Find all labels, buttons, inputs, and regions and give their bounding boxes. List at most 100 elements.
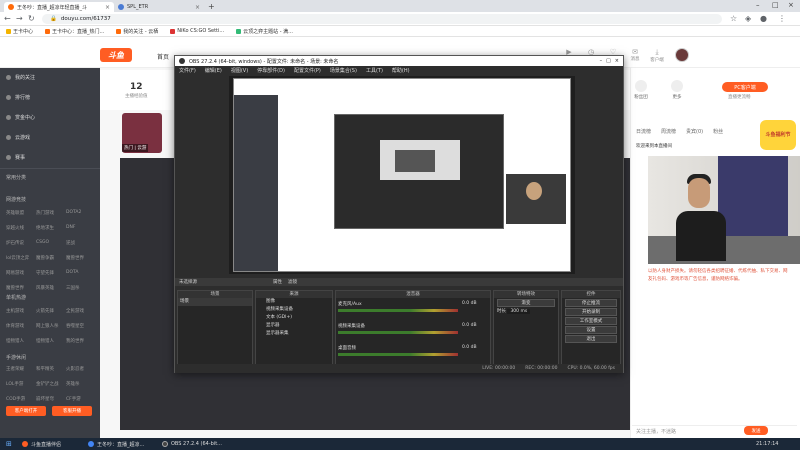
douyu-logo[interactable]: 斗鱼 <box>100 48 132 62</box>
obs-preview[interactable] <box>229 76 575 274</box>
source-item[interactable]: 显示器 <box>256 322 332 330</box>
category-item[interactable]: 怪物猎人 <box>6 338 36 344</box>
volume-meter[interactable] <box>338 331 458 334</box>
transition-select[interactable]: 渐变 <box>497 299 555 307</box>
menu-icon[interactable]: ⋮ <box>778 14 786 23</box>
menu-file[interactable]: 文件(F) <box>179 67 196 74</box>
category-item[interactable]: DOTA2 <box>66 210 96 216</box>
tab-weekly[interactable]: 周流榜 <box>661 128 676 135</box>
properties-button[interactable]: 属性 <box>273 279 282 285</box>
category-item[interactable]: 主机游戏 <box>6 308 36 314</box>
category-item[interactable]: 英雄联盟 <box>6 210 36 216</box>
close-icon[interactable]: × <box>195 4 200 11</box>
category-item[interactable]: CF手游 <box>66 396 96 402</box>
bookmark-item[interactable]: 云顶之弈主题站 - 满... <box>236 28 293 35</box>
category-item[interactable]: lol云顶之弈 <box>6 255 36 261</box>
category-item[interactable]: 火箭先锋 <box>36 308 66 314</box>
avatar[interactable] <box>675 48 689 62</box>
category-item[interactable]: 王者荣耀 <box>6 366 36 372</box>
menu-edit[interactable]: 编辑(E) <box>205 67 222 74</box>
close-window-icon[interactable]: × <box>788 1 794 9</box>
download-button[interactable]: ⤓ 客户端 <box>646 48 668 63</box>
client-open-button[interactable]: 客户端打开 <box>6 406 46 416</box>
pc-client-button[interactable]: PC客户端 <box>722 82 768 92</box>
minimize-icon[interactable]: – <box>756 1 760 9</box>
studio-mode-button[interactable]: 工作室模式 <box>565 317 617 325</box>
category-item[interactable]: DOTA <box>66 270 96 276</box>
filters-button[interactable]: 滤镜 <box>288 279 297 285</box>
volume-meter[interactable] <box>338 353 458 356</box>
source-item[interactable]: 视频采集设备 <box>256 306 332 314</box>
scene-item[interactable]: 场景 <box>178 298 252 306</box>
bookmark-item[interactable]: 王卡中心 <box>6 28 33 35</box>
start-button[interactable]: ⊞ <box>2 438 16 450</box>
category-item[interactable]: 魔兽世界 <box>6 285 36 291</box>
bookmark-item[interactable]: 我的关注 - 云栖 <box>116 28 158 35</box>
category-item[interactable]: 金铲铲之战 <box>36 381 66 387</box>
url-bar[interactable]: 🔒 douyu.com/61737 <box>42 14 722 24</box>
maximize-icon[interactable]: □ <box>772 1 779 9</box>
extension-icon[interactable]: ◈ <box>745 14 751 23</box>
category-item[interactable]: 英雄杀 <box>66 381 96 387</box>
sidebar-item-esports[interactable]: 赛事 <box>6 154 25 161</box>
category-item[interactable]: 魔兽争霸 <box>36 255 66 261</box>
category-item[interactable]: 热门游戏 <box>36 210 66 216</box>
menu-tools[interactable]: 工具(T) <box>366 67 383 74</box>
duration-input[interactable]: 300 ms <box>507 309 531 314</box>
sidebar-item-follow[interactable]: 我的关注 <box>6 74 35 81</box>
category-item[interactable]: COD手游 <box>6 396 36 402</box>
menu-help[interactable]: 帮助(H) <box>392 67 410 74</box>
sidebar-item-reward[interactable]: 赏金中心 <box>6 114 35 121</box>
obs-window[interactable]: OBS 27.2.4 (64-bit, windows) - 配置文件: 未命名… <box>174 55 624 373</box>
stop-streaming-button[interactable]: 停止推流 <box>565 299 617 307</box>
more-button[interactable]: 更多 <box>667 80 687 100</box>
category-item[interactable]: LOL手游 <box>6 381 36 387</box>
clock[interactable]: 21:17:14 <box>752 438 782 450</box>
profile-icon[interactable]: ● <box>760 14 767 23</box>
sidebar-item-rank[interactable]: 排行榜 <box>6 94 30 101</box>
category-item[interactable]: 网上狼人杀 <box>36 323 66 329</box>
tab-spl[interactable]: SPL_ETR × <box>114 2 204 12</box>
send-button[interactable]: 发送 <box>744 426 768 435</box>
exit-button[interactable]: 退出 <box>565 335 617 343</box>
minimize-icon[interactable]: – <box>600 58 603 64</box>
taskbar-item[interactable]: 王冬吵：直播_超凉... <box>84 438 148 450</box>
nav-home[interactable]: 首页 <box>157 52 169 61</box>
category-item[interactable]: 穿越火线 <box>6 225 36 231</box>
star-icon[interactable]: ☆ <box>730 14 737 23</box>
source-item[interactable]: 显示器采集 <box>256 330 332 338</box>
category-item[interactable]: 绝地求生 <box>36 225 66 231</box>
category-item[interactable]: 守望先锋 <box>36 270 66 276</box>
close-icon[interactable]: × <box>105 4 110 11</box>
category-item[interactable]: DNF <box>66 225 96 231</box>
category-item[interactable]: 怪物猎人 <box>36 338 66 344</box>
category-item[interactable]: 吞噬星空 <box>66 323 96 329</box>
new-tab-icon[interactable]: + <box>208 2 215 11</box>
tab-daily[interactable]: 日流榜 <box>636 128 651 135</box>
menu-view[interactable]: 视图(V) <box>231 67 248 74</box>
menu-scene-collection[interactable]: 场景集合(S) <box>330 67 357 74</box>
category-item[interactable]: 三国杀 <box>66 285 96 291</box>
category-item[interactable]: 和平精英 <box>36 366 66 372</box>
category-item[interactable]: 风暴英雄 <box>36 285 66 291</box>
settings-button[interactable]: 设置 <box>565 326 617 334</box>
tab-fans[interactable]: 粉丝 <box>713 128 723 135</box>
category-item[interactable]: 网易游戏 <box>6 270 36 276</box>
bookmark-item[interactable]: NiKo CS:GO Setti... <box>170 28 224 34</box>
category-item[interactable]: 体育游戏 <box>6 323 36 329</box>
chat-input[interactable]: 关注主播，不迷路 <box>632 425 797 437</box>
category-item[interactable]: 逆战 <box>66 240 96 246</box>
message-button[interactable]: ✉ 消息 <box>624 48 646 62</box>
forward-icon[interactable]: → <box>16 14 23 23</box>
maximize-icon[interactable]: □ <box>606 58 611 64</box>
volume-meter[interactable] <box>338 309 458 312</box>
category-item[interactable]: CSGO <box>36 240 66 246</box>
category-item[interactable]: 魔兽世界 <box>66 255 96 261</box>
start-recording-button[interactable]: 开始录制 <box>565 308 617 316</box>
category-item[interactable]: 火影忍者 <box>66 366 96 372</box>
reload-icon[interactable]: ↻ <box>28 14 35 23</box>
source-item[interactable]: 文本 (GDI+) <box>256 314 332 322</box>
back-icon[interactable]: ← <box>4 14 11 23</box>
sidebar-item-cloudgame[interactable]: 云游戏 <box>6 134 30 141</box>
close-icon[interactable]: × <box>615 58 619 64</box>
